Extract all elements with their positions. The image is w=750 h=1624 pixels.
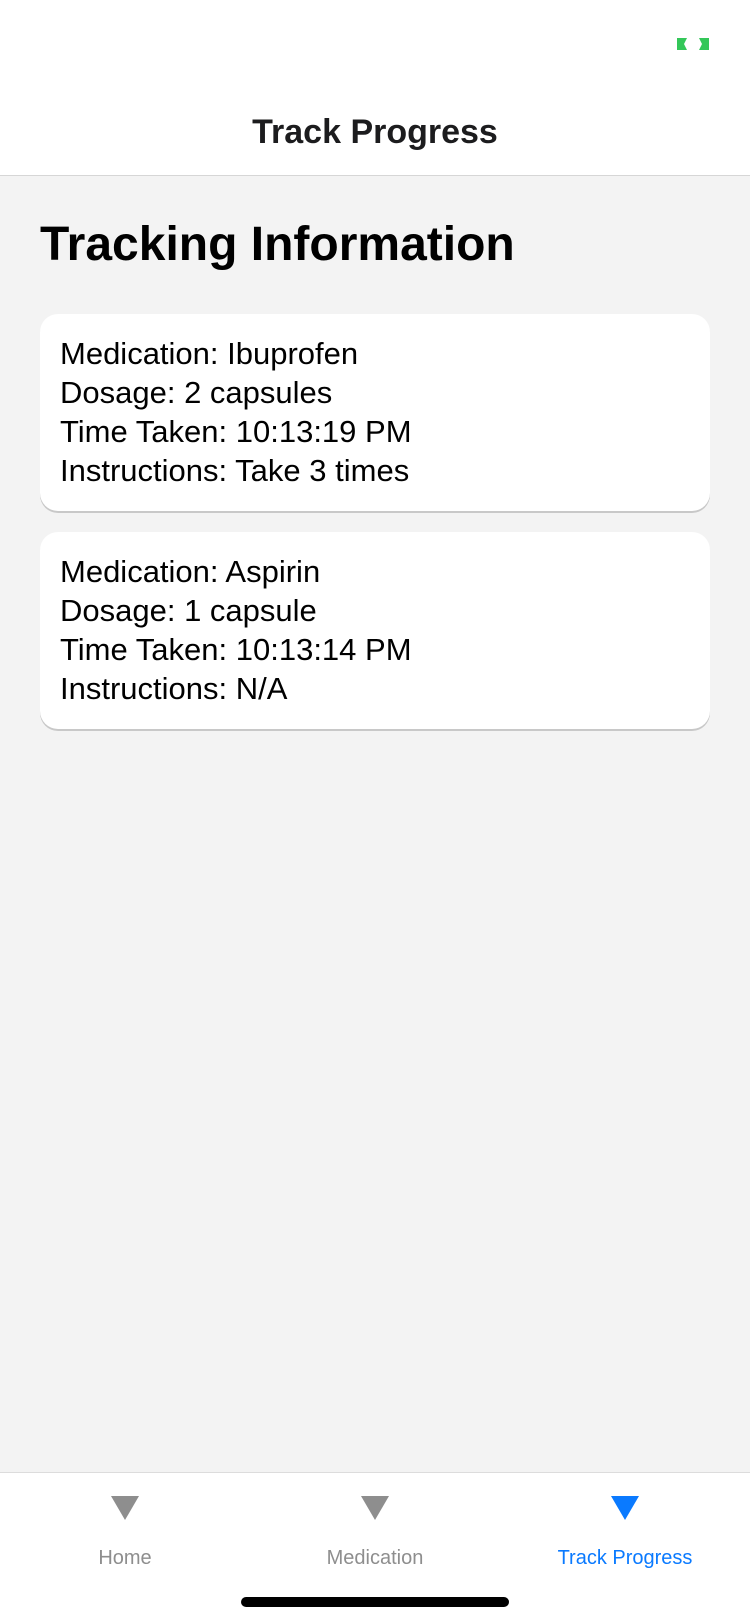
medication-name: Medication: Ibuprofen <box>60 336 359 371</box>
triangle-down-icon <box>111 1496 139 1520</box>
status-bar <box>0 0 750 88</box>
home-indicator[interactable] <box>241 1597 509 1607</box>
instructions: Instructions: Take 3 times <box>60 453 410 488</box>
tab-label: Home <box>98 1547 152 1569</box>
tab-home[interactable]: Home <box>0 1473 250 1583</box>
section-title: Tracking Information <box>40 218 515 271</box>
dosage: Dosage: 1 capsule <box>60 593 317 628</box>
time-taken: Time Taken: 10:13:19 PM <box>60 414 412 449</box>
tab-medication[interactable]: Medication <box>250 1473 500 1583</box>
tab-label: Track Progress <box>557 1547 693 1569</box>
tracking-card: Medication: Ibuprofen Dosage: 2 capsules… <box>40 314 710 511</box>
triangle-down-icon <box>611 1496 639 1520</box>
page-title: Track Progress <box>252 113 498 151</box>
tab-track-progress[interactable]: Track Progress <box>500 1473 750 1583</box>
triangle-down-icon <box>361 1496 389 1520</box>
tab-label: Medication <box>326 1547 424 1569</box>
green-brackets-icon <box>677 38 709 50</box>
time-taken: Time Taken: 10:13:14 PM <box>60 632 412 667</box>
tracking-card: Medication: Aspirin Dosage: 1 capsule Ti… <box>40 532 710 729</box>
medication-name: Medication: Aspirin <box>60 554 321 589</box>
navigation-bar: Track Progress <box>0 88 750 176</box>
dosage: Dosage: 2 capsules <box>60 375 333 410</box>
instructions: Instructions: N/A <box>60 671 288 706</box>
